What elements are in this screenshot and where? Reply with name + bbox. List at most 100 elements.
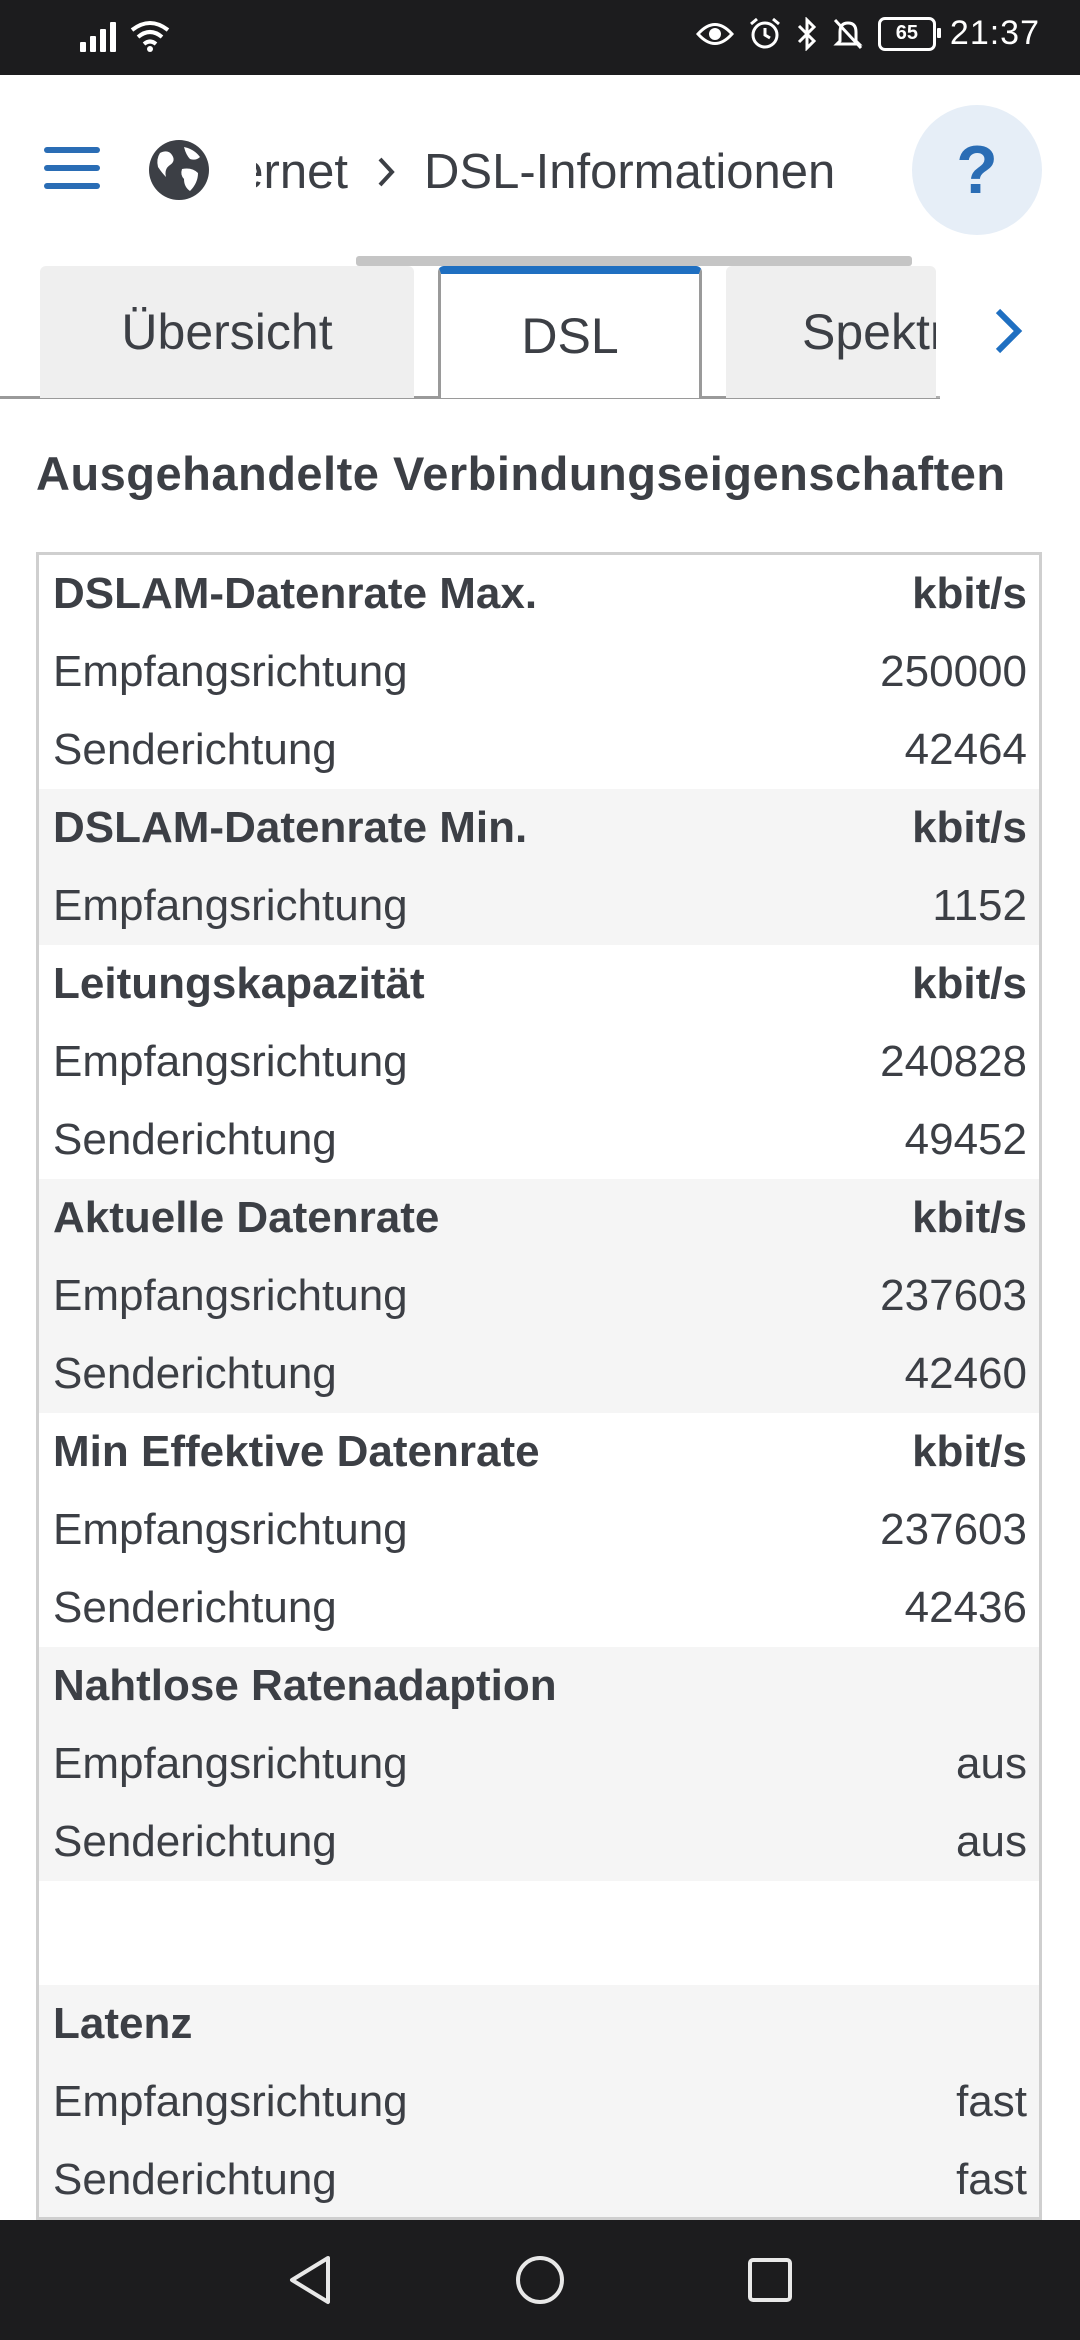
- table-row: Empfangsrichtung fast: [39, 2063, 1039, 2141]
- table-group-header: Latenz: [39, 1985, 1039, 2063]
- group-title: DSLAM-Datenrate Min.: [53, 803, 528, 852]
- row-label: Senderichtung: [53, 2155, 337, 2204]
- row-value: 42436: [904, 1583, 1027, 1632]
- table-row: Senderichtung aus: [39, 1803, 1039, 1881]
- help-button[interactable]: ?: [912, 105, 1042, 235]
- table-row: Empfangsrichtung 250000: [39, 633, 1039, 711]
- row-label: Empfangsrichtung: [53, 1037, 408, 1086]
- chevron-right-icon: [378, 157, 395, 187]
- battery-icon: 65: [877, 16, 941, 51]
- table-row: Senderichtung 42464: [39, 711, 1039, 789]
- row-label: Empfangsrichtung: [53, 1271, 408, 1320]
- recents-square-icon: [748, 2258, 792, 2302]
- status-bar: 65 21:37: [0, 0, 1080, 75]
- group-unit: kbit/s: [912, 569, 1027, 618]
- row-value: 250000: [880, 647, 1027, 696]
- status-time: 21:37: [949, 14, 1040, 52]
- row-value: 49452: [904, 1115, 1027, 1164]
- table-spacer: [39, 1881, 1039, 1985]
- tab-bar: Übersicht DSL Spektrum: [0, 266, 1080, 400]
- section-title: Ausgehandelte Verbindungseigenschaften: [36, 447, 1006, 500]
- group-title: DSLAM-Datenrate Max.: [53, 569, 538, 618]
- row-value: 42464: [904, 725, 1027, 774]
- group-title: Min Effektive Datenrate: [53, 1427, 540, 1476]
- menu-icon: [44, 147, 100, 153]
- group-unit: kbit/s: [912, 1193, 1027, 1242]
- row-value: fast: [956, 2077, 1027, 2126]
- wifi-icon: [130, 21, 170, 52]
- row-label: Empfangsrichtung: [53, 1505, 408, 1554]
- row-label: Empfangsrichtung: [53, 2077, 408, 2126]
- chevron-right-icon: [995, 308, 1023, 354]
- row-value: 42460: [904, 1349, 1027, 1398]
- table-row: Senderichtung 42436: [39, 1569, 1039, 1647]
- mute-icon: [833, 18, 863, 49]
- group-unit: kbit/s: [912, 959, 1027, 1008]
- signal-icon: [80, 18, 116, 52]
- row-label: Senderichtung: [53, 1817, 337, 1866]
- table-group: DSLAM-Datenrate Min. kbit/s Empfangsrich…: [39, 789, 1039, 945]
- table-group-header: Aktuelle Datenrate kbit/s: [39, 1179, 1039, 1257]
- row-value: 1152: [932, 881, 1027, 930]
- breadcrumb: Internet DSL-Informationen: [256, 137, 896, 207]
- row-value: 240828: [880, 1037, 1027, 1086]
- nav-back-button[interactable]: [280, 2250, 340, 2310]
- table-group: Aktuelle Datenrate kbit/s Empfangsrichtu…: [39, 1179, 1039, 1413]
- table-group: Nahtlose Ratenadaption Empfangsrichtung …: [39, 1647, 1039, 1881]
- group-title: Latenz: [53, 1999, 193, 2048]
- group-title: Aktuelle Datenrate: [53, 1193, 440, 1242]
- row-label: Senderichtung: [53, 1583, 337, 1632]
- tab-spectrum[interactable]: Spektrum: [726, 266, 936, 398]
- table-group: Latenz Empfangsrichtung fast Senderichtu…: [39, 1985, 1039, 2217]
- group-title: Nahtlose Ratenadaption: [53, 1661, 557, 1710]
- back-triangle-icon: [290, 2256, 330, 2304]
- table-row: Senderichtung 42460: [39, 1335, 1039, 1413]
- tab-dsl[interactable]: DSL: [438, 266, 702, 398]
- row-value: aus: [956, 1739, 1027, 1788]
- table-group-header: DSLAM-Datenrate Min. kbit/s: [39, 789, 1039, 867]
- table-row: Empfangsrichtung 1152: [39, 867, 1039, 945]
- nav-recents-button[interactable]: [740, 2250, 800, 2310]
- group-title: Leitungskapazität: [53, 959, 425, 1008]
- row-value: aus: [956, 1817, 1027, 1866]
- menu-button[interactable]: [44, 147, 100, 195]
- row-value: 237603: [880, 1505, 1027, 1554]
- bluetooth-icon: [797, 16, 817, 51]
- row-label: Empfangsrichtung: [53, 1739, 408, 1788]
- globe-icon[interactable]: [146, 137, 212, 203]
- table-group-header: Leitungskapazität kbit/s: [39, 945, 1039, 1023]
- alarm-icon: [749, 17, 780, 48]
- table-group-header: DSLAM-Datenrate Max. kbit/s: [39, 555, 1039, 633]
- eye-icon: [695, 22, 734, 45]
- row-label: Empfangsrichtung: [53, 647, 408, 696]
- tab-scroll-right-button[interactable]: [968, 286, 1048, 376]
- table-row: Empfangsrichtung 237603: [39, 1257, 1039, 1335]
- row-label: Empfangsrichtung: [53, 881, 408, 930]
- row-value: 237603: [880, 1271, 1027, 1320]
- battery-level: 65: [895, 22, 919, 44]
- breadcrumb-parent[interactable]: Internet: [256, 144, 348, 200]
- table-group: Min Effektive Datenrate kbit/s Empfangsr…: [39, 1413, 1039, 1647]
- row-label: Senderichtung: [53, 1349, 337, 1398]
- table-row: Empfangsrichtung 237603: [39, 1491, 1039, 1569]
- row-label: Senderichtung: [53, 725, 337, 774]
- home-circle-icon: [516, 2256, 564, 2304]
- table-row: Empfangsrichtung 240828: [39, 1023, 1039, 1101]
- system-navigation-bar: [0, 2220, 1080, 2340]
- table-row: Senderichtung fast: [39, 2141, 1039, 2217]
- table-row: Empfangsrichtung aus: [39, 1725, 1039, 1803]
- group-unit: kbit/s: [912, 803, 1027, 852]
- table-group-header: Min Effektive Datenrate kbit/s: [39, 1413, 1039, 1491]
- tab-overview[interactable]: Übersicht: [40, 266, 414, 398]
- breadcrumb-current: DSL-Informationen: [424, 145, 836, 199]
- table-group-header: Nahtlose Ratenadaption: [39, 1647, 1039, 1725]
- connection-properties-table: DSLAM-Datenrate Max. kbit/s Empfangsrich…: [36, 552, 1042, 2220]
- table-row: Senderichtung 49452: [39, 1101, 1039, 1179]
- row-label: Senderichtung: [53, 1115, 337, 1164]
- app-header: Internet DSL-Informationen ?: [0, 75, 1080, 265]
- nav-home-button[interactable]: [510, 2250, 570, 2310]
- table-group: Leitungskapazität kbit/s Empfangsrichtun…: [39, 945, 1039, 1179]
- table-group: DSLAM-Datenrate Max. kbit/s Empfangsrich…: [39, 555, 1039, 789]
- row-value: fast: [956, 2155, 1027, 2204]
- horizontal-scroll-indicator[interactable]: [356, 256, 912, 266]
